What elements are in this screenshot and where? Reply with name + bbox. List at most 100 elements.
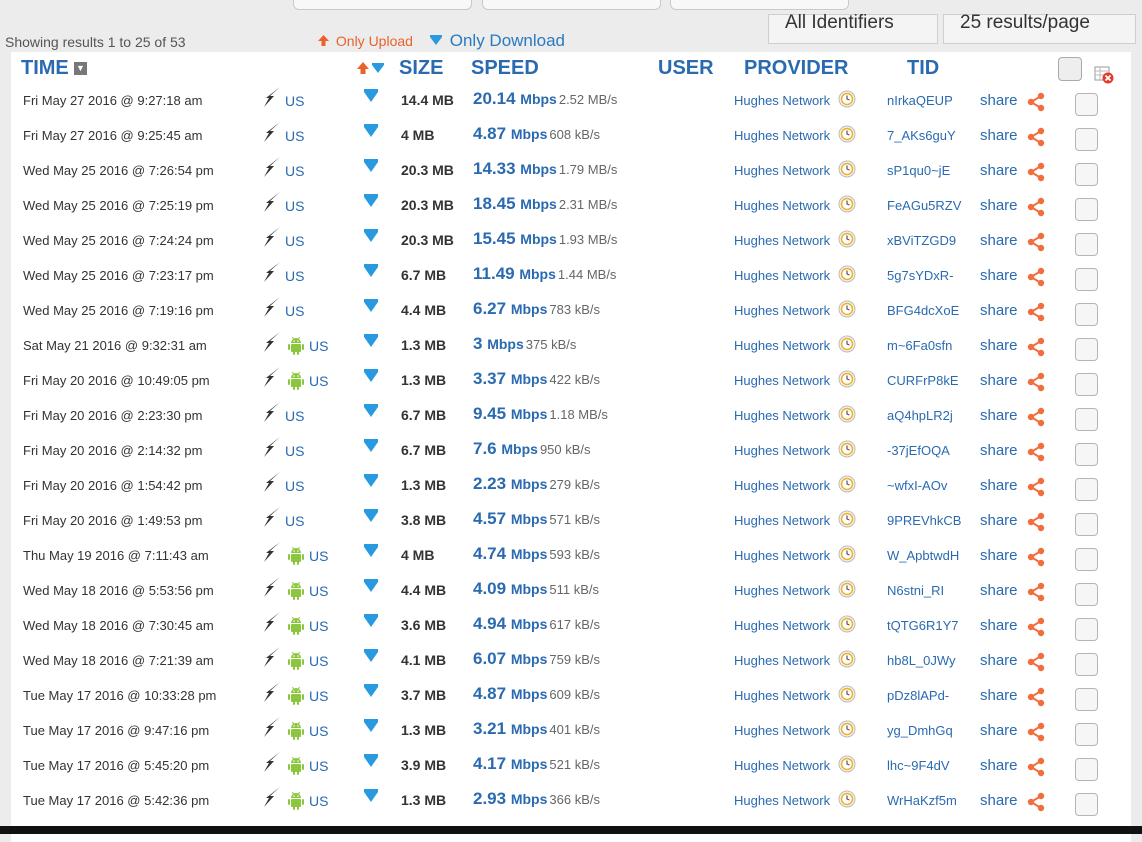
tid-link[interactable]: FeAGu5RZV (887, 198, 961, 213)
tid-link[interactable]: m~6Fa0sfn (887, 338, 952, 353)
only-download-link[interactable]: Only Download (430, 31, 565, 51)
share-icon[interactable] (1026, 407, 1046, 427)
share-icon[interactable] (1026, 652, 1046, 672)
row-checkbox[interactable] (1075, 338, 1098, 361)
row-checkbox[interactable] (1075, 303, 1098, 326)
share-icon[interactable] (1026, 162, 1046, 182)
tid-link[interactable]: 7_AKs6guY (887, 128, 956, 143)
share-icon[interactable] (1026, 302, 1046, 322)
share-icon[interactable] (1026, 267, 1046, 287)
share-link[interactable]: share (980, 442, 1018, 459)
share-link[interactable]: share (980, 617, 1018, 634)
provider-link[interactable]: Hughes Network (734, 198, 830, 213)
share-icon[interactable] (1026, 582, 1046, 602)
top-button-3[interactable] (670, 0, 849, 10)
row-checkbox[interactable] (1075, 443, 1098, 466)
share-icon[interactable] (1026, 232, 1046, 252)
share-link[interactable]: share (980, 127, 1018, 144)
share-icon[interactable] (1026, 547, 1046, 567)
tid-link[interactable]: hb8L_0JWy (887, 653, 956, 668)
select-all-checkbox[interactable] (1058, 57, 1082, 81)
tid-link[interactable]: -37jEfOQA (887, 443, 950, 458)
share-icon[interactable] (1026, 512, 1046, 532)
column-header-user[interactable]: USER (658, 57, 714, 80)
row-checkbox[interactable] (1075, 758, 1098, 781)
provider-link[interactable]: Hughes Network (734, 513, 830, 528)
row-checkbox[interactable] (1075, 373, 1098, 396)
column-header-time[interactable]: TIME (21, 57, 69, 80)
top-button-1[interactable] (293, 0, 472, 10)
row-checkbox[interactable] (1075, 198, 1098, 221)
share-link[interactable]: share (980, 337, 1018, 354)
tid-link[interactable]: BFG4dcXoE (887, 303, 959, 318)
share-icon[interactable] (1026, 617, 1046, 637)
provider-link[interactable]: Hughes Network (734, 478, 830, 493)
tid-link[interactable]: CURFrP8kE (887, 373, 959, 388)
provider-link[interactable]: Hughes Network (734, 583, 830, 598)
share-icon[interactable] (1026, 792, 1046, 812)
identifiers-select[interactable]: All Identifiers (768, 13, 938, 44)
only-upload-link[interactable]: Only Upload (318, 33, 413, 49)
tid-link[interactable]: 5g7sYDxR- (887, 268, 953, 283)
row-checkbox[interactable] (1075, 723, 1098, 746)
share-link[interactable]: share (980, 757, 1018, 774)
tid-link[interactable]: N6stni_RI (887, 583, 944, 598)
direction-sort-icons[interactable] (357, 61, 387, 78)
provider-link[interactable]: Hughes Network (734, 548, 830, 563)
share-icon[interactable] (1026, 197, 1046, 217)
row-checkbox[interactable] (1075, 478, 1098, 501)
share-icon[interactable] (1026, 687, 1046, 707)
share-icon[interactable] (1026, 92, 1046, 112)
share-link[interactable]: share (980, 547, 1018, 564)
provider-link[interactable]: Hughes Network (734, 443, 830, 458)
per-page-select[interactable]: 25 results/page (943, 13, 1136, 44)
provider-link[interactable]: Hughes Network (734, 408, 830, 423)
tid-link[interactable]: nIrkaQEUP (887, 93, 953, 108)
share-link[interactable]: share (980, 722, 1018, 739)
tid-link[interactable]: tQTG6R1Y7 (887, 618, 959, 633)
provider-link[interactable]: Hughes Network (734, 93, 830, 108)
provider-link[interactable]: Hughes Network (734, 793, 830, 808)
share-link[interactable]: share (980, 687, 1018, 704)
provider-link[interactable]: Hughes Network (734, 373, 830, 388)
provider-link[interactable]: Hughes Network (734, 618, 830, 633)
share-icon[interactable] (1026, 722, 1046, 742)
share-icon[interactable] (1026, 757, 1046, 777)
share-link[interactable]: share (980, 582, 1018, 599)
provider-link[interactable]: Hughes Network (734, 233, 830, 248)
row-checkbox[interactable] (1075, 93, 1098, 116)
share-link[interactable]: share (980, 92, 1018, 109)
share-icon[interactable] (1026, 337, 1046, 357)
share-link[interactable]: share (980, 267, 1018, 284)
tid-link[interactable]: xBViTZGD9 (887, 233, 956, 248)
share-link[interactable]: share (980, 652, 1018, 669)
row-checkbox[interactable] (1075, 163, 1098, 186)
column-header-provider[interactable]: PROVIDER (744, 57, 848, 80)
share-icon[interactable] (1026, 477, 1046, 497)
tid-link[interactable]: yg_DmhGq (887, 723, 953, 738)
share-link[interactable]: share (980, 792, 1018, 809)
tid-link[interactable]: WrHaKzf5m (887, 793, 957, 808)
tid-link[interactable]: lhc~9F4dV (887, 758, 950, 773)
share-link[interactable]: share (980, 372, 1018, 389)
provider-link[interactable]: Hughes Network (734, 303, 830, 318)
share-link[interactable]: share (980, 162, 1018, 179)
row-checkbox[interactable] (1075, 688, 1098, 711)
provider-link[interactable]: Hughes Network (734, 723, 830, 738)
tid-link[interactable]: pDz8lAPd- (887, 688, 949, 703)
share-icon[interactable] (1026, 442, 1046, 462)
sort-dropdown-icon[interactable]: ▼ (74, 62, 87, 75)
provider-link[interactable]: Hughes Network (734, 163, 830, 178)
share-link[interactable]: share (980, 477, 1018, 494)
share-link[interactable]: share (980, 407, 1018, 424)
share-link[interactable]: share (980, 302, 1018, 319)
row-checkbox[interactable] (1075, 128, 1098, 151)
row-checkbox[interactable] (1075, 793, 1098, 816)
provider-link[interactable]: Hughes Network (734, 128, 830, 143)
row-checkbox[interactable] (1075, 583, 1098, 606)
provider-link[interactable]: Hughes Network (734, 758, 830, 773)
row-checkbox[interactable] (1075, 618, 1098, 641)
tid-link[interactable]: ~wfxI-AOv (887, 478, 947, 493)
row-checkbox[interactable] (1075, 548, 1098, 571)
row-checkbox[interactable] (1075, 653, 1098, 676)
